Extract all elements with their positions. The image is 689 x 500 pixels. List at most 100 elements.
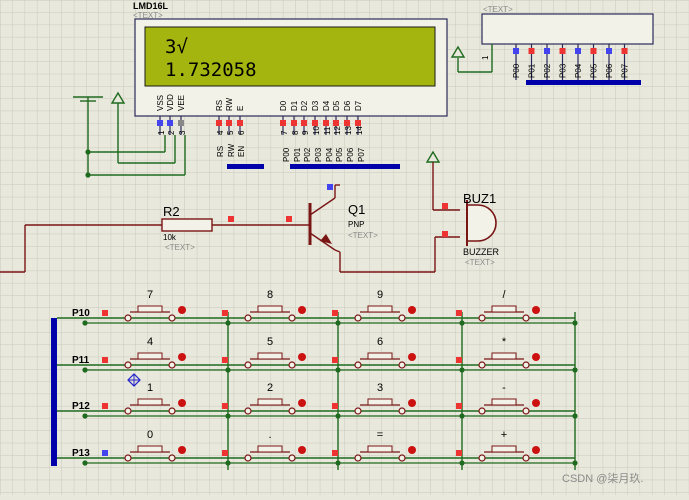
key-terminal (478, 314, 486, 322)
header-net-label: P00 (512, 63, 521, 78)
key-state-dot (298, 399, 306, 407)
lcd-pin-name: D7 (354, 100, 363, 111)
header-net-label: P03 (559, 63, 568, 78)
junction-dot (85, 149, 91, 155)
key-terminal (288, 454, 296, 462)
lcd-data-net: P06 (346, 147, 355, 162)
r2-body (161, 218, 213, 232)
key-terminal (478, 407, 486, 415)
key-pin-marker (456, 450, 462, 456)
header-text-tag: <TEXT> (483, 5, 513, 14)
lcd-pin-marker (323, 120, 329, 126)
junction-dot (225, 320, 231, 326)
key-plunger (367, 305, 393, 313)
junction-dot (459, 320, 465, 326)
key-plunger (367, 445, 393, 453)
key-plunger (257, 352, 283, 360)
junction-dot (459, 460, 465, 466)
buzzer-type: BUZZER (463, 247, 500, 257)
key-plunger (367, 398, 393, 406)
junction-dot (572, 367, 578, 373)
key-terminal (244, 407, 252, 415)
key-state-dot (408, 446, 416, 454)
header-body (481, 13, 654, 45)
key-terminal (124, 407, 132, 415)
lcd-line-2: 1.732058 (165, 59, 257, 81)
header-net-label: P07 (621, 63, 630, 78)
key-terminal (522, 361, 530, 369)
key-terminal (168, 314, 176, 322)
key-pin-marker (332, 310, 338, 316)
key-label: 0 (147, 429, 153, 441)
lcd-pin-name: VDD (166, 94, 175, 111)
junction-dot (82, 367, 88, 373)
lcd-pin-marker (226, 120, 232, 126)
lcd-data-net: P07 (357, 147, 366, 162)
key-label: - (502, 382, 506, 394)
key-terminal (124, 361, 132, 369)
lcd-data-net: P02 (303, 147, 312, 162)
lcd-pin-marker (312, 120, 318, 126)
key-state-dot (298, 306, 306, 314)
lcd-pin-name: D6 (343, 100, 352, 111)
lcd-pin-marker (333, 120, 339, 126)
junction-dot (335, 320, 341, 326)
lcd-part-label: LMD16L (133, 1, 169, 11)
key-pin-marker (102, 357, 108, 363)
key-label: = (377, 429, 383, 441)
key-pin-marker (222, 357, 228, 363)
key-label: 2 (267, 382, 273, 394)
lcd-pin-name: D1 (290, 100, 299, 111)
lcd-pin-name: RW (225, 97, 234, 111)
key-label: 9 (377, 289, 383, 301)
header-net-label: P04 (574, 63, 583, 78)
q1-pin-marker (327, 184, 333, 190)
schematic-canvas[interactable]: LMD16L <TEXT> 3√ 1.732058 VSS 1 VDD 2 VEE 3 RS… (0, 0, 689, 495)
key-plunger (491, 352, 517, 360)
key-pin-marker (456, 357, 462, 363)
header-pin-marker (575, 48, 581, 54)
key-state-dot (178, 399, 186, 407)
lcd-pin-marker (178, 120, 184, 126)
key-state-dot (532, 446, 540, 454)
key-terminal (288, 407, 296, 415)
lcd-pin-number: 3 (178, 130, 187, 135)
junction-dot (335, 460, 341, 466)
key-pin-marker (332, 450, 338, 456)
junction-dot (82, 460, 88, 466)
header-net-label: P01 (528, 63, 537, 78)
key-pin-marker (332, 357, 338, 363)
lcd-pin-marker (280, 120, 286, 126)
key-pin-marker (102, 450, 108, 456)
buzzer-text-tag: <TEXT> (465, 258, 495, 267)
lcd-pin-marker (216, 120, 222, 126)
lcd-pin-marker (301, 120, 307, 126)
key-pin-marker (222, 310, 228, 316)
lcd-pin-number: 5 (226, 130, 235, 135)
key-state-dot (298, 446, 306, 454)
key-state-dot (178, 306, 186, 314)
lcd-pin-marker (237, 120, 243, 126)
lcd-pin-number: 13 (344, 126, 353, 135)
header-net-label: P02 (543, 63, 552, 78)
lcd-pin-number: 4 (216, 130, 225, 135)
key-terminal (398, 361, 406, 369)
key-state-dot (408, 399, 416, 407)
lcd-pin-number: 7 (280, 130, 289, 135)
junction-dot (572, 413, 578, 419)
lcd-pin-marker (355, 120, 361, 126)
lcd-pin-number: 12 (333, 126, 342, 135)
lcd-ctrl-net: EN (237, 146, 246, 157)
junction-dot (82, 320, 88, 326)
header-pin-marker (621, 48, 628, 54)
key-terminal (124, 314, 132, 322)
lcd-pin-name: D0 (279, 100, 288, 111)
watermark: CSDN @柒月玖. (562, 472, 643, 485)
key-plunger (257, 445, 283, 453)
lcd-pin-name: D3 (311, 100, 320, 111)
key-plunger (137, 445, 163, 453)
lcd-module[interactable]: LMD16L <TEXT> 3√ 1.732058 VSS1VDD2VEE3RS… (133, 1, 448, 135)
r2-ref: R2 (163, 204, 180, 219)
header-net-label: P05 (590, 63, 599, 78)
key-terminal (354, 361, 362, 369)
